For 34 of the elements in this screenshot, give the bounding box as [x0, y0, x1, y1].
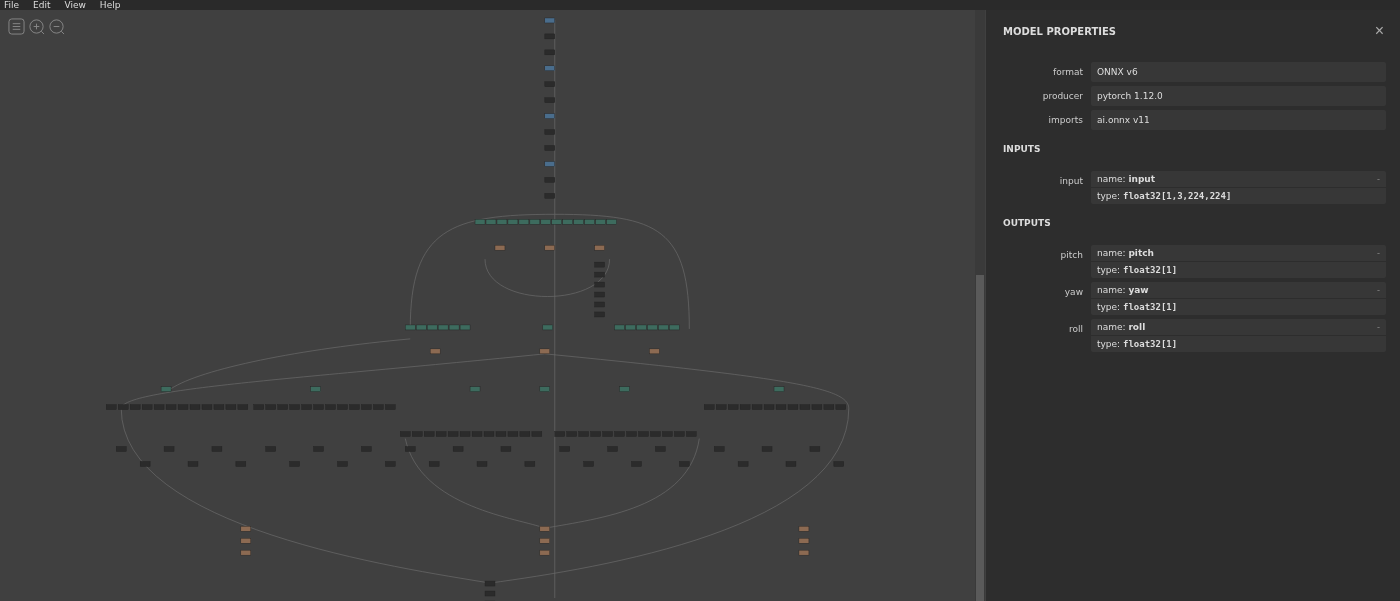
expand-toggle[interactable]: -: [1377, 322, 1380, 332]
argument-name: name: pitch: [1097, 248, 1154, 258]
property-value: ONNX v6: [1091, 62, 1386, 82]
expand-toggle[interactable]: -: [1377, 174, 1380, 184]
scrollbar[interactable]: [975, 10, 985, 601]
expand-toggle[interactable]: -: [1377, 285, 1380, 295]
zoom-out-icon[interactable]: [48, 18, 65, 35]
argument-name: name: input: [1097, 174, 1156, 184]
argument-label: roll: [1068, 323, 1083, 336]
property-label: producer: [1041, 90, 1083, 103]
property-value: pytorch 1.12.0: [1091, 86, 1386, 106]
menu-item[interactable]: File: [4, 0, 20, 10]
zoom-in-icon[interactable]: [28, 18, 45, 35]
menu-item[interactable]: Help: [99, 0, 121, 10]
section-title: INPUTS: [1003, 144, 1042, 154]
argument-name: name: yaw: [1097, 285, 1149, 295]
menu-item[interactable]: View: [64, 0, 86, 10]
menu-icon[interactable]: [8, 18, 25, 35]
argument-name: name: roll: [1097, 322, 1146, 332]
menu-item[interactable]: Edit: [33, 0, 51, 10]
argument-label: pitch: [1059, 249, 1083, 262]
argument-type: type: float32[1,3,224,224]: [1097, 191, 1232, 201]
expand-toggle[interactable]: -: [1377, 248, 1380, 258]
argument-label: yaw: [1063, 286, 1083, 299]
argument-type: type: float32[1]: [1097, 302, 1178, 312]
section-title: OUTPUTS: [1003, 218, 1052, 228]
property-label: format: [1051, 66, 1083, 79]
argument-type: type: float32[1]: [1097, 265, 1178, 275]
panel-title: MODEL PROPERTIES: [1003, 25, 1116, 37]
property-label: imports: [1047, 114, 1083, 127]
argument-type: type: float32[1]: [1097, 339, 1178, 349]
close-button[interactable]: ×: [1372, 22, 1386, 40]
argument-label: input: [1058, 175, 1083, 188]
property-value: ai.onnx v11: [1091, 110, 1386, 130]
